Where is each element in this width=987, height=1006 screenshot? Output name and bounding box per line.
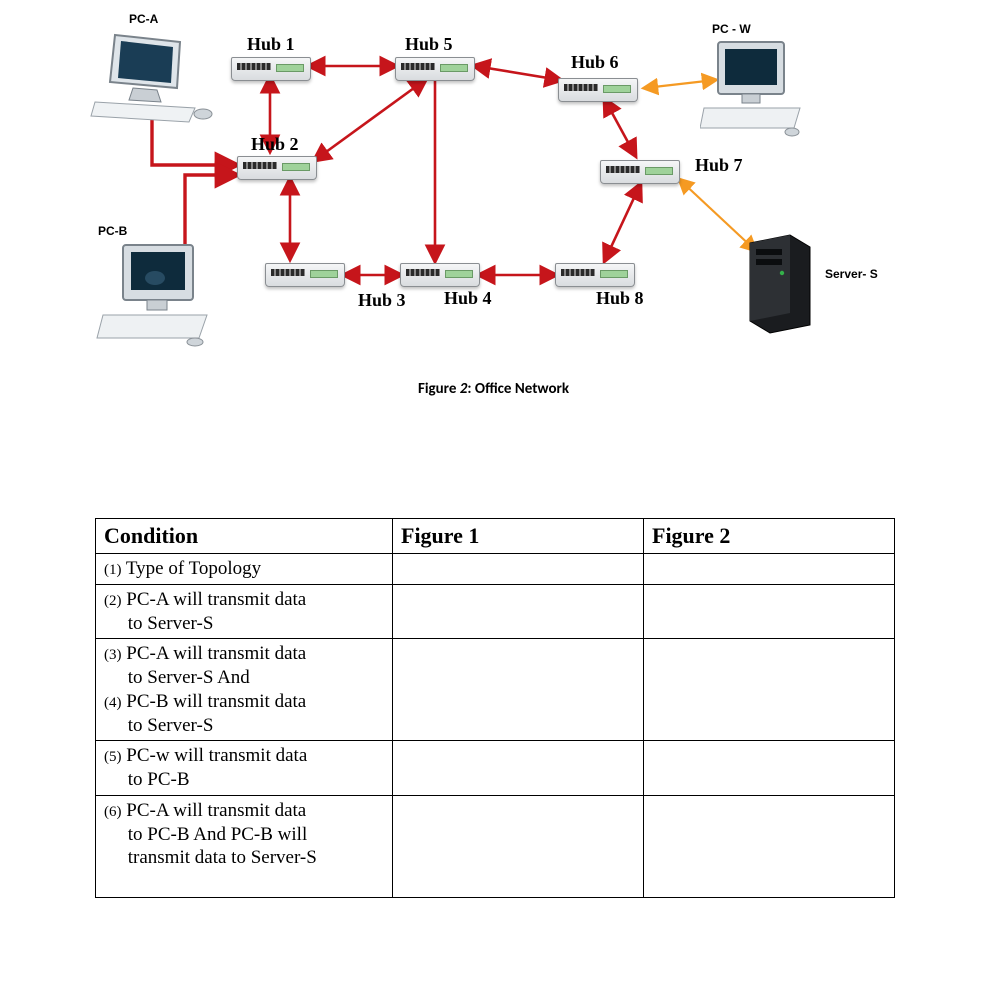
hub2-label: Hub 2 — [251, 134, 299, 155]
monitor-icon — [85, 30, 215, 130]
table-header-row: Condition Figure 1 Figure 2 — [96, 519, 895, 554]
pc-w-label: PC - W — [712, 22, 751, 36]
hub-icon — [600, 160, 680, 184]
hub7-label: Hub 7 — [695, 155, 743, 176]
hub3-label: Hub 3 — [358, 290, 406, 311]
hub-icon — [265, 263, 345, 287]
hub-icon — [237, 156, 317, 180]
pc-b-label: PC-B — [98, 224, 127, 238]
pc-a-label: PC-A — [129, 12, 158, 26]
hub-icon — [231, 57, 311, 81]
table-row: (5) PC-w will transmit data to PC-B — [96, 741, 895, 796]
server-icon — [740, 225, 820, 335]
hub6-label: Hub 6 — [571, 52, 619, 73]
hub8-label: Hub 8 — [596, 288, 644, 309]
server-s-label: Server- S — [825, 267, 878, 281]
hub-icon — [400, 263, 480, 287]
computer-icon — [700, 38, 810, 138]
header-figure1: Figure 1 — [393, 519, 644, 554]
hub4-label: Hub 4 — [444, 288, 492, 309]
table-row: (2) PC-A will transmit data to Server-S — [96, 584, 895, 639]
hub-icon — [555, 263, 635, 287]
table-row: (1) Type of Topology — [96, 554, 895, 585]
hub-icon — [395, 57, 475, 81]
network-diagram: PC-A PC-B PC - W Server- S Hub 1 Hub 5 — [0, 0, 987, 370]
figure-caption: Figure 2: Office Network — [0, 380, 987, 398]
hub5-label: Hub 5 — [405, 34, 453, 55]
computer-icon — [95, 240, 215, 350]
hub-icon — [558, 78, 638, 102]
header-figure2: Figure 2 — [644, 519, 895, 554]
conditions-table: Condition Figure 1 Figure 2 (1) Type of … — [95, 518, 895, 898]
table-row: (6) PC-A will transmit data to PC-B And … — [96, 795, 895, 897]
hub1-label: Hub 1 — [247, 34, 295, 55]
header-condition: Condition — [96, 519, 393, 554]
table-row-merged: (3) PC-A will transmit data to Server-S … — [96, 639, 895, 741]
